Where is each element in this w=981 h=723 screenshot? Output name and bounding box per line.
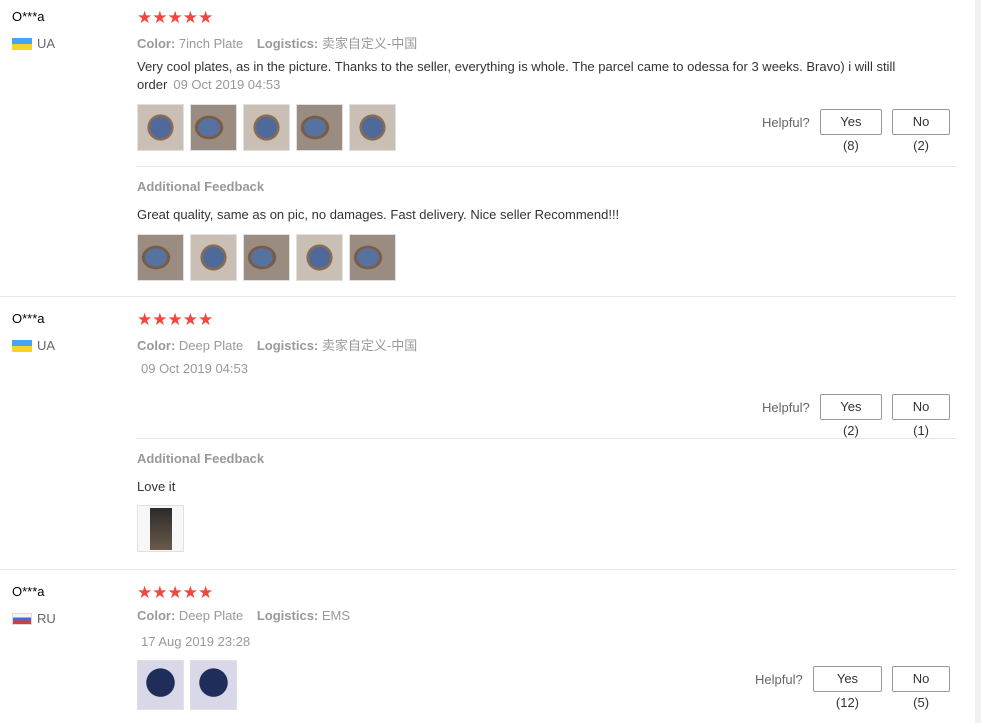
- logistics-label: Logistics:: [256, 608, 319, 623]
- color-label: Color:: [137, 338, 176, 353]
- reviewer-name: O***a: [12, 584, 45, 599]
- logistics-value: 卖家自定义-中国: [321, 36, 418, 51]
- additional-feedback-text: Love it: [137, 479, 176, 494]
- review-item: O***a RU ★★★★★ Color: Deep Plate Logisti…: [0, 575, 960, 723]
- review-photo[interactable]: [296, 234, 343, 281]
- helpful-no-button[interactable]: No (1): [892, 394, 950, 438]
- helpful-label: Helpful?: [762, 399, 810, 415]
- divider: [0, 296, 956, 297]
- divider: [137, 438, 956, 439]
- logistics-value: EMS: [321, 608, 351, 623]
- helpful-no-button[interactable]: No (2): [892, 109, 950, 153]
- review-photo[interactable]: [137, 660, 184, 710]
- review-photo[interactable]: [349, 104, 396, 151]
- helpful-vote: Helpful? Yes (2) No (1): [762, 394, 960, 438]
- helpful-vote: Helpful? Yes (12) No (5): [755, 666, 960, 710]
- logistics-value: 卖家自定义-中国: [321, 338, 418, 353]
- rating-stars: ★★★★★: [137, 583, 214, 602]
- additional-feedback-label: Additional Feedback: [137, 451, 265, 466]
- ukraine-flag-icon: [12, 37, 32, 50]
- russia-flag-icon: [12, 612, 32, 625]
- additional-feedback-label: Additional Feedback: [137, 179, 265, 194]
- helpful-no-button[interactable]: No (5): [892, 666, 950, 710]
- logistics-label: Logistics:: [256, 36, 319, 51]
- additional-feedback-photos: [137, 505, 184, 552]
- reviewer-country: UA: [12, 36, 55, 51]
- review-date: 09 Oct 2019 04:53: [141, 361, 248, 376]
- color-label: Color:: [137, 36, 176, 51]
- review-photo[interactable]: [137, 505, 184, 552]
- reviewer-name: O***a: [12, 9, 45, 24]
- review-photo[interactable]: [349, 234, 396, 281]
- review-date: 17 Aug 2019 23:28: [141, 634, 251, 649]
- helpful-vote: Helpful? Yes (8) No (2): [762, 109, 960, 153]
- rating-stars: ★★★★★: [137, 8, 214, 27]
- reviewer-name: O***a: [12, 311, 45, 326]
- review-photo[interactable]: [243, 104, 290, 151]
- color-label: Color:: [137, 608, 176, 623]
- helpful-label: Helpful?: [755, 671, 803, 687]
- review-photo[interactable]: [190, 660, 237, 710]
- review-photo[interactable]: [296, 104, 343, 151]
- review-photo[interactable]: [137, 104, 184, 151]
- review-photo[interactable]: [243, 234, 290, 281]
- review-photo[interactable]: [190, 104, 237, 151]
- helpful-yes-button[interactable]: Yes (8): [819, 109, 883, 153]
- logistics-label: Logistics:: [256, 338, 319, 353]
- review-meta: Color: Deep Plate Logistics: EMS: [137, 608, 350, 623]
- review-text-block: Very cool plates, as in the picture. Tha…: [137, 58, 897, 94]
- helpful-yes-button[interactable]: Yes (12): [812, 666, 883, 710]
- review-photo[interactable]: [190, 234, 237, 281]
- color-value: Deep Plate: [178, 338, 244, 353]
- review-photo[interactable]: [137, 234, 184, 281]
- review-date: 09 Oct 2019 04:53: [173, 77, 281, 92]
- divider: [137, 166, 956, 167]
- helpful-yes-button[interactable]: Yes (2): [819, 394, 883, 438]
- scrollbar[interactable]: [975, 0, 981, 723]
- helpful-label: Helpful?: [762, 114, 810, 130]
- country-code: RU: [37, 611, 56, 626]
- reviewer-country: UA: [12, 338, 55, 353]
- additional-feedback-photos: [137, 234, 396, 281]
- rating-stars: ★★★★★: [137, 310, 214, 329]
- review-item: O***a UA ★★★★★ Color: Deep Plate Logisti…: [0, 302, 960, 570]
- review-photos: [137, 104, 396, 151]
- reviewer-country: RU: [12, 611, 56, 626]
- review-meta: Color: 7inch Plate Logistics: 卖家自定义-中国: [137, 33, 417, 52]
- color-value: 7inch Plate: [178, 36, 244, 51]
- color-value: Deep Plate: [178, 608, 244, 623]
- additional-feedback-text: Great quality, same as on pic, no damage…: [137, 207, 620, 222]
- review-item: O***a UA ★★★★★ Color: 7inch Plate Logist…: [0, 0, 960, 297]
- review-meta: Color: Deep Plate Logistics: 卖家自定义-中国: [137, 335, 417, 354]
- review-photos: [137, 660, 237, 710]
- ukraine-flag-icon: [12, 339, 32, 352]
- country-code: UA: [37, 338, 56, 353]
- divider: [0, 569, 956, 570]
- country-code: UA: [37, 36, 56, 51]
